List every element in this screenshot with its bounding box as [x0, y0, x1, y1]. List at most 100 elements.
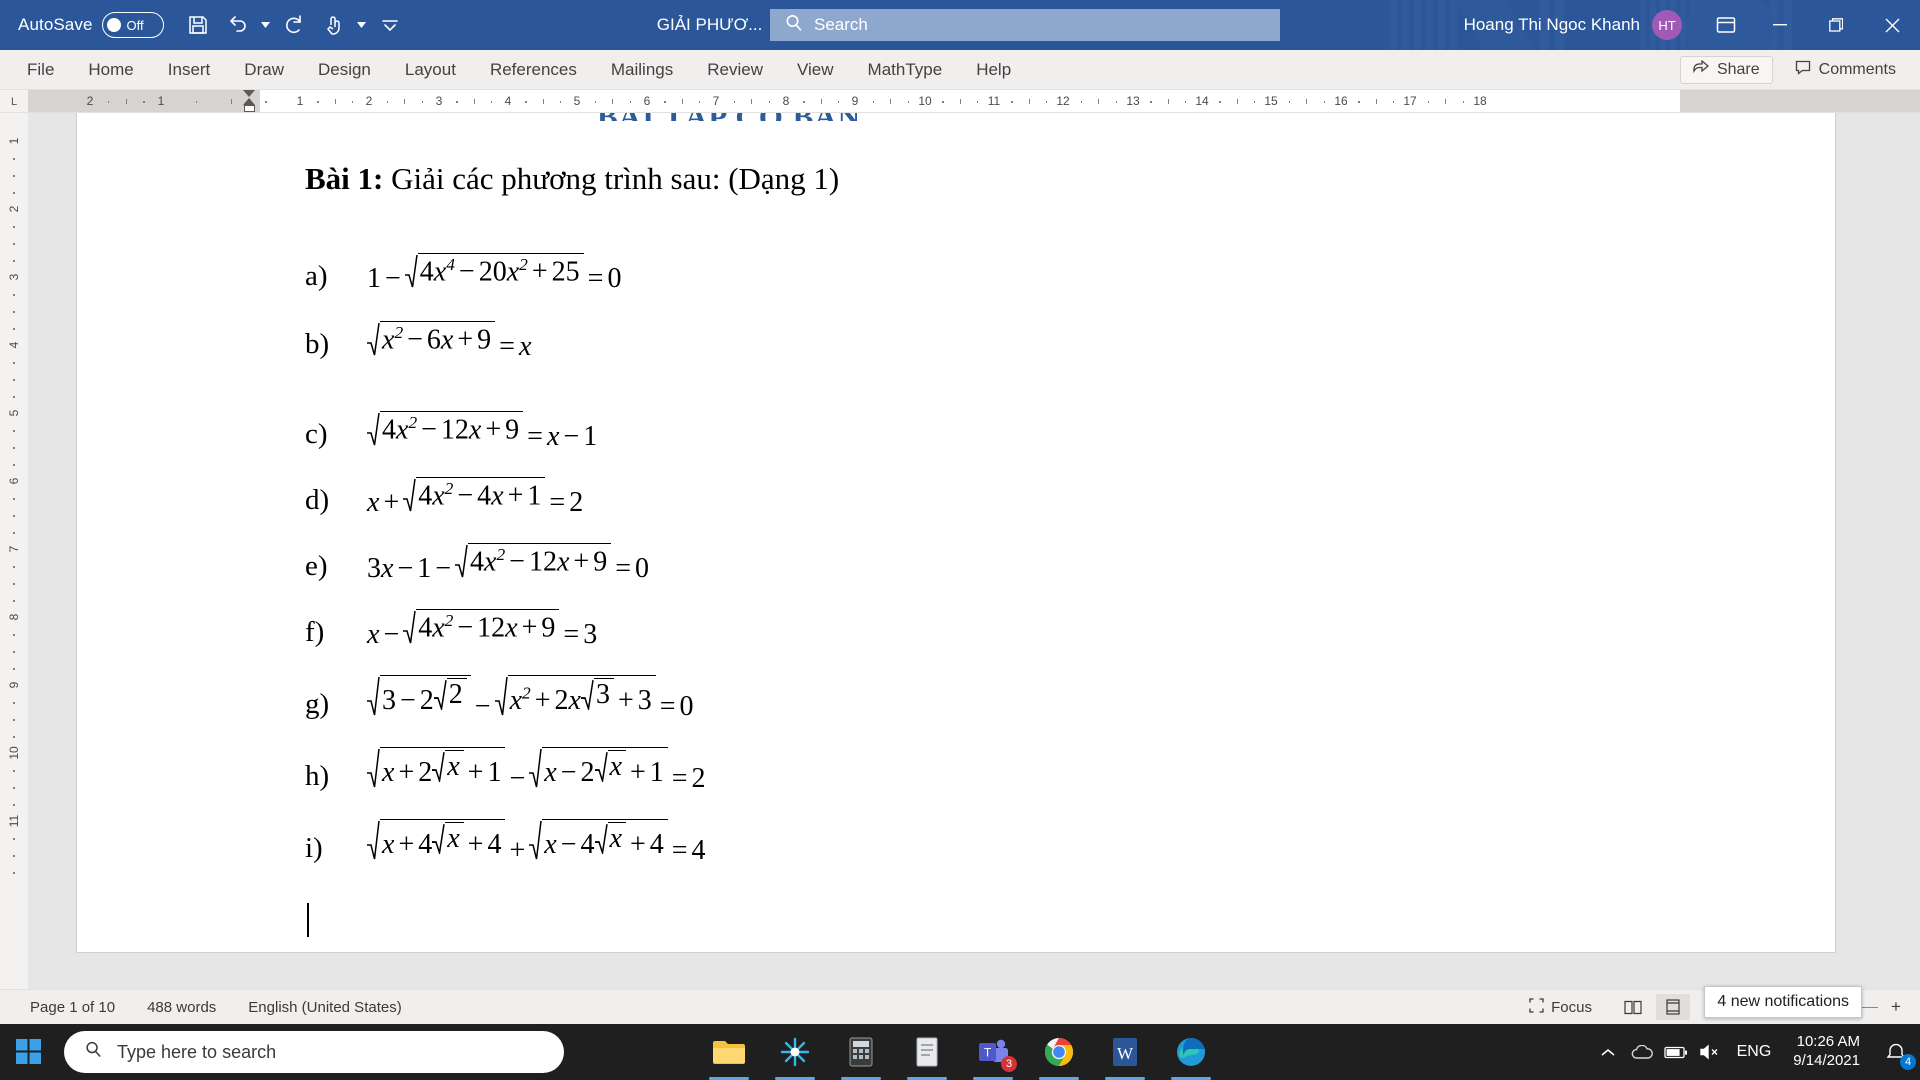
equation-label-a: a): [305, 260, 328, 292]
focus-button[interactable]: Focus: [1513, 997, 1610, 1017]
close-icon[interactable]: [1864, 0, 1920, 50]
horizontal-ruler[interactable]: L 2 1 1 2 3 4 5 6 7 8 9 10 11 12 13 14 15 16 17 18: [0, 90, 1920, 113]
equation-g[interactable]: g) 3−2 2− x2 +2x 3 +3 = 0: [305, 673, 694, 721]
equation-i[interactable]: i) x +4 x +4 + x −4 x +4 = 4: [305, 817, 706, 865]
equation-c[interactable]: c) 4x2−12x +9 = x −1: [305, 409, 597, 451]
hanging-indent-marker[interactable]: [243, 98, 255, 105]
equation-label-b: b): [305, 328, 330, 360]
vertical-ruler[interactable]: 1 2 3 4 5 6 7 8 9 10 11: [0, 113, 28, 989]
restore-icon[interactable]: [1808, 0, 1864, 50]
zoom-in-button[interactable]: +: [1888, 997, 1904, 1017]
ruler-margin-right: [1680, 90, 1920, 112]
avatar[interactable]: HT: [1652, 10, 1682, 40]
ribbon-tabs: File Home Insert Draw Design Layout Refe…: [0, 50, 1028, 90]
taskbar-app-microsoft-word[interactable]: W: [1103, 1030, 1147, 1080]
chevron-up-icon[interactable]: [1591, 1024, 1625, 1080]
ruler-quarter-dot: [1462, 101, 1464, 103]
touch-mode-dropdown-caret[interactable]: [354, 5, 370, 45]
read-mode-icon[interactable]: [1616, 994, 1650, 1020]
ruler-quarter-dot: [803, 101, 805, 103]
tab-stop-selector[interactable]: L: [0, 90, 28, 112]
word-count[interactable]: 488 words: [131, 999, 232, 1016]
exercise-heading: Bài 1: Giải các phương trình sau: (Dạng …: [305, 161, 839, 197]
equation-b[interactable]: b) x2−6x +9 = x: [305, 319, 531, 361]
cloud-icon[interactable]: [1625, 1024, 1659, 1080]
undo-icon[interactable]: [218, 5, 258, 45]
equation-d[interactable]: d) x +4x2−4x +1 = 2: [305, 475, 583, 517]
notification-center-button[interactable]: 4: [1872, 1024, 1920, 1080]
tab-review[interactable]: Review: [690, 50, 780, 90]
vertical-ruler-dot: [13, 651, 15, 653]
tab-help[interactable]: Help: [959, 50, 1028, 90]
document-title[interactable]: GIẢI PHƯƠ... ▼: [657, 15, 784, 35]
vertical-ruler-number: 6: [7, 477, 21, 485]
vertical-ruler-dot: [13, 260, 15, 262]
ruler-number: 6: [643, 94, 651, 108]
tab-mathtype[interactable]: MathType: [851, 50, 960, 90]
ribbon-display-options-icon[interactable]: [1700, 0, 1752, 50]
tab-insert[interactable]: Insert: [151, 50, 228, 90]
document-page[interactable]: BÀI TẬP CƠ BẢN Bài 1: Giải các phương tr…: [76, 113, 1836, 953]
ruler-track[interactable]: 2 1 1 2 3 4 5 6 7 8 9 10 11 12 13 14 15 16 17 18: [28, 90, 1920, 112]
page-scroll-area[interactable]: BÀI TẬP CƠ BẢN Bài 1: Giải các phương tr…: [28, 113, 1920, 989]
language-status[interactable]: English (United States): [232, 999, 417, 1016]
ruler-quarter-dot: [698, 101, 701, 103]
vertical-ruler-dot: [13, 804, 15, 806]
page-info[interactable]: Page 1 of 10: [14, 999, 131, 1016]
minimize-icon[interactable]: [1752, 0, 1808, 50]
ruler-quarter-dot: [1150, 101, 1152, 103]
equation-f[interactable]: f) x −4x2−12x +9 = 3: [305, 607, 597, 649]
customize-quick-access-toolbar-icon[interactable]: [370, 5, 410, 45]
ruler-quarter-dot: [1288, 101, 1290, 103]
equation-label-e: e): [305, 550, 328, 582]
tab-file[interactable]: File: [10, 50, 71, 90]
autosave-control[interactable]: AutoSave Off: [18, 12, 164, 38]
comment-icon: [1795, 60, 1811, 80]
ruler-half-tick: [1445, 99, 1446, 104]
ruler-half-tick: [542, 99, 544, 104]
taskbar-app-notepad[interactable]: [905, 1030, 949, 1080]
autosave-toggle[interactable]: Off: [101, 12, 164, 38]
tab-mailings[interactable]: Mailings: [594, 50, 690, 90]
comments-button[interactable]: Comments: [1783, 56, 1908, 84]
tab-home[interactable]: Home: [71, 50, 150, 90]
taskbar-app-photos[interactable]: [773, 1030, 817, 1080]
vertical-ruler-dot: [13, 872, 15, 874]
ruler-half-tick: [612, 99, 613, 104]
tab-design[interactable]: Design: [301, 50, 388, 90]
undo-dropdown-caret[interactable]: [258, 5, 274, 45]
ribbon-right-group: Share Comments: [1679, 55, 1908, 84]
equation-e[interactable]: e) 3x −1−4x2−12x +9 = 0: [305, 541, 649, 583]
tab-layout[interactable]: Layout: [388, 50, 473, 90]
clock[interactable]: 10:26 AM 9/14/2021: [1781, 1033, 1872, 1071]
taskbar-app-file-explorer[interactable]: [707, 1030, 751, 1080]
taskbar-app-microsoft-edge[interactable]: [1169, 1030, 1213, 1080]
taskbar-app-google-chrome[interactable]: [1037, 1030, 1081, 1080]
equation-h[interactable]: h) x +2 x +1− x −2 x +1 = 2: [305, 745, 706, 793]
tab-view[interactable]: View: [780, 50, 851, 90]
windows-start-icon[interactable]: [0, 1024, 58, 1080]
vertical-ruler-dot: [13, 158, 15, 160]
ruler-quarter-dot: [265, 101, 267, 103]
print-layout-icon[interactable]: [1656, 994, 1690, 1020]
taskbar-app-calculator[interactable]: [839, 1030, 883, 1080]
redo-icon[interactable]: [274, 5, 314, 45]
ruler-half-tick: [1028, 99, 1030, 104]
notification-toast[interactable]: 4 new notifications: [1704, 986, 1862, 1018]
svg-text:W: W: [1117, 1044, 1134, 1063]
tab-references[interactable]: References: [473, 50, 594, 90]
input-language[interactable]: ENG: [1727, 1043, 1782, 1061]
share-button[interactable]: Share: [1679, 55, 1773, 84]
tab-draw[interactable]: Draw: [227, 50, 301, 90]
volume-muted-icon[interactable]: [1693, 1024, 1727, 1080]
save-icon[interactable]: [178, 5, 218, 45]
touch-mode-icon[interactable]: [314, 5, 354, 45]
first-line-indent-marker[interactable]: [243, 90, 255, 97]
battery-icon[interactable]: [1659, 1024, 1693, 1080]
ruler-quarter-dot: [1184, 101, 1187, 103]
equation-a[interactable]: a) 1−4x4−20x2 +25 = 0: [305, 251, 621, 293]
taskbar-search-input[interactable]: Type here to search: [64, 1031, 564, 1073]
search-input[interactable]: Search: [770, 9, 1280, 41]
taskbar-app-microsoft-teams[interactable]: T 3: [971, 1030, 1017, 1080]
left-indent-marker[interactable]: [244, 105, 255, 112]
